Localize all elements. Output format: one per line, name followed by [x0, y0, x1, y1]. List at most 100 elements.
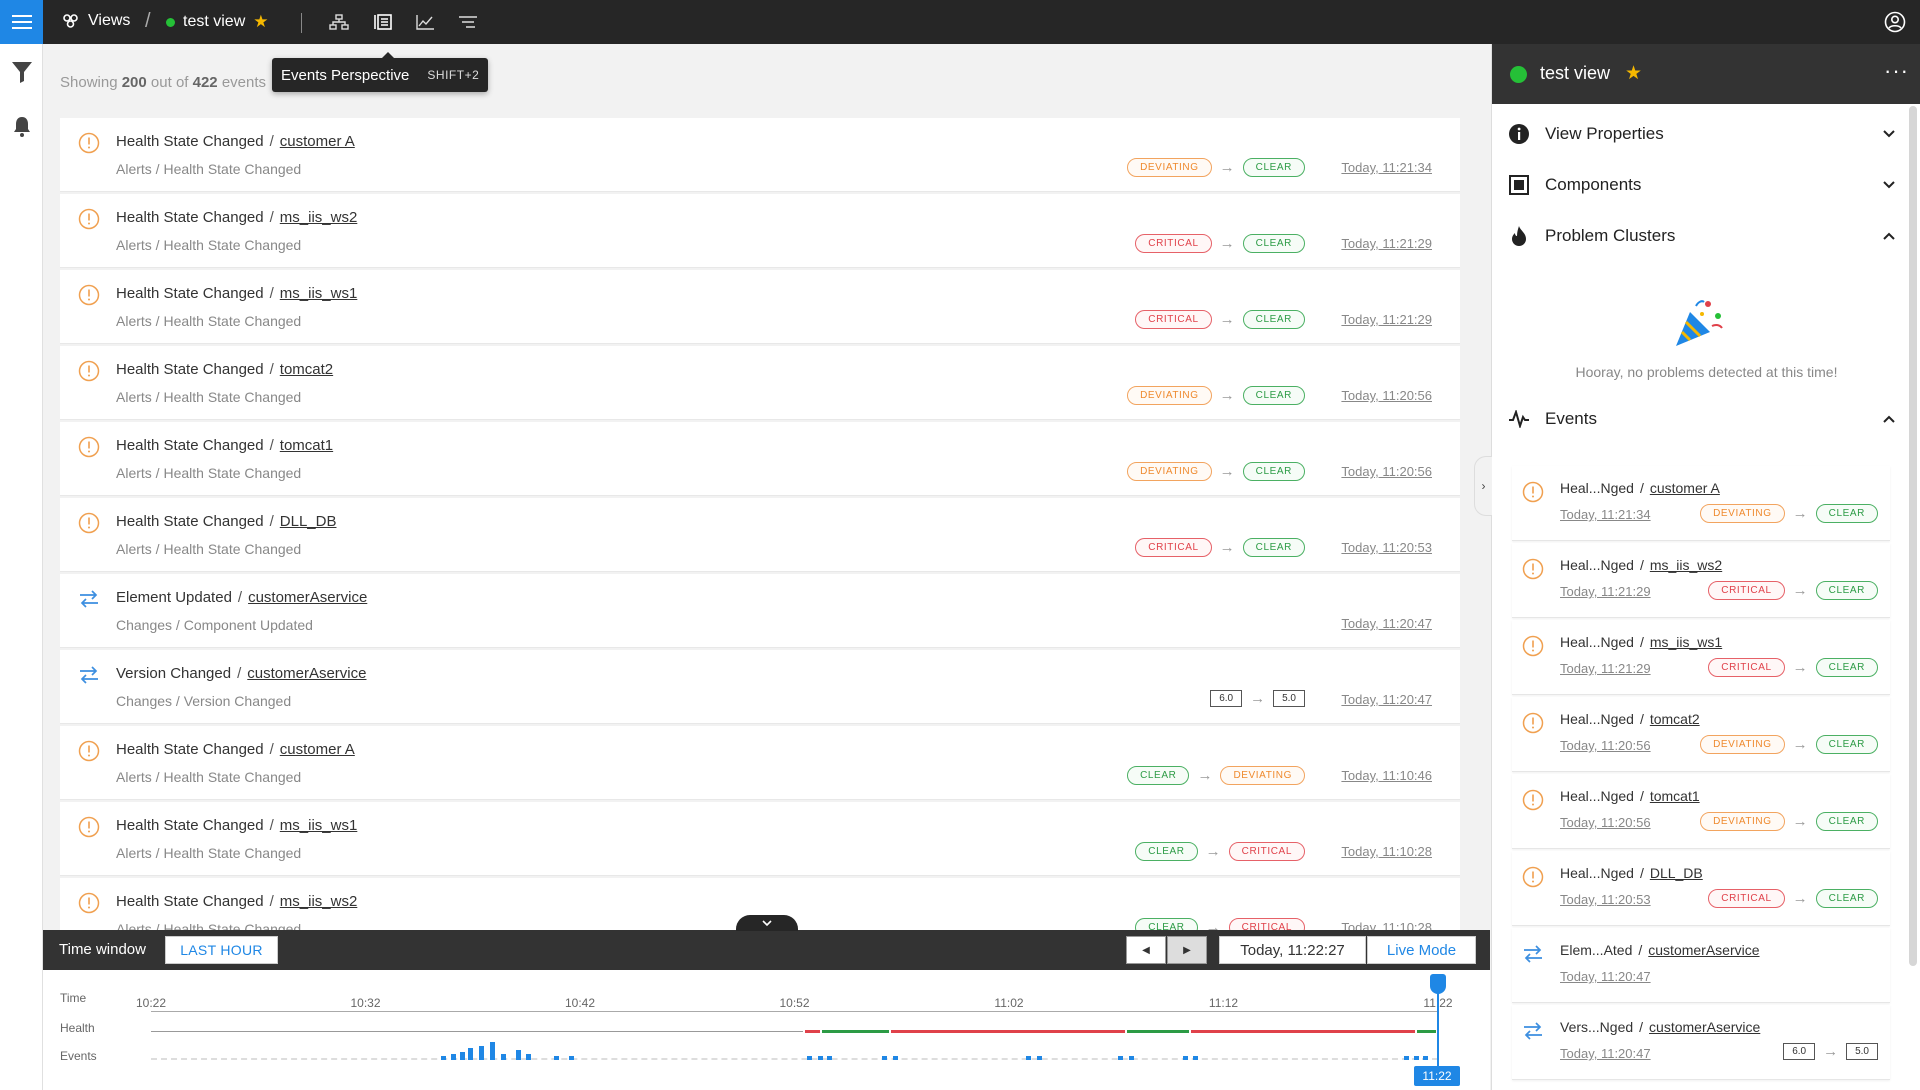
- event-row[interactable]: Element Updated / customerAservice Changes …: [60, 574, 1460, 648]
- traces-perspective-icon[interactable]: [456, 11, 480, 33]
- panel-event-time-link[interactable]: Today, 11:21:29: [1560, 661, 1651, 676]
- event-target-link[interactable]: customer A: [280, 741, 355, 758]
- from-state-badge: DEVIATING: [1700, 735, 1785, 754]
- panel-event-time-link[interactable]: Today, 11:21:29: [1560, 584, 1651, 599]
- panel-event-target-link[interactable]: ms_iis_ws1: [1650, 634, 1722, 650]
- event-target-link[interactable]: tomcat1: [280, 437, 333, 454]
- event-time-link[interactable]: Today, 11:20:53: [1341, 540, 1432, 555]
- event-row[interactable]: Health State Changed / tomcat1 Alerts / Hea…: [60, 422, 1460, 496]
- panel-event-item[interactable]: Heal...Nged / tomcat2 Today, 11:20:56 DEVIAT…: [1512, 697, 1890, 772]
- event-target-link[interactable]: DLL_DB: [280, 513, 337, 530]
- event-row[interactable]: Health State Changed / DLL_DB Alerts / Heal…: [60, 498, 1460, 572]
- event-time-link[interactable]: Today, 11:10:28: [1341, 844, 1432, 859]
- event-row[interactable]: Version Changed / customerAservice Changes …: [60, 650, 1460, 724]
- panel-event-target-link[interactable]: ms_iis_ws2: [1650, 557, 1722, 573]
- event-time-link[interactable]: Today, 11:20:47: [1341, 616, 1432, 631]
- star-icon[interactable]: ★: [253, 12, 268, 32]
- event-time-link[interactable]: Today, 11:21:34: [1341, 160, 1432, 175]
- event-time-link[interactable]: Today, 11:10:28: [1341, 920, 1432, 930]
- event-target-link[interactable]: ms_iis_ws2: [280, 209, 358, 226]
- section-components[interactable]: Components: [1507, 165, 1897, 205]
- alert-icon: [78, 816, 100, 838]
- from-state-badge: DEVIATING: [1127, 158, 1212, 177]
- live-mode-button[interactable]: Live Mode: [1367, 936, 1476, 964]
- event-target-link[interactable]: customer A: [280, 133, 355, 150]
- event-list: Health State Changed / customer A Alerts / …: [60, 118, 1460, 930]
- collapse-timeline-button[interactable]: [736, 915, 798, 931]
- panel-event-item[interactable]: Heal...Nged / tomcat1 Today, 11:20:56 DEVIAT…: [1512, 774, 1890, 849]
- panel-event-item[interactable]: Heal...Nged / ms_iis_ws1 Today, 11:21:29 CRI…: [1512, 620, 1890, 695]
- time-range-button[interactable]: LAST HOUR: [165, 936, 278, 964]
- panel-event-target-link[interactable]: DLL_DB: [1650, 865, 1703, 881]
- event-target-link[interactable]: ms_iis_ws1: [280, 817, 358, 834]
- arrow-right-icon: →: [1792, 505, 1808, 522]
- panel-event-time-link[interactable]: Today, 11:20:53: [1560, 892, 1651, 907]
- alert-icon: [1522, 635, 1544, 657]
- event-row[interactable]: Health State Changed / customer A Alerts / …: [60, 726, 1460, 800]
- panel-event-target-link[interactable]: customerAservice: [1648, 942, 1759, 958]
- panel-event-time-link[interactable]: Today, 11:20:56: [1560, 815, 1651, 830]
- event-target-link[interactable]: customerAservice: [247, 665, 366, 682]
- event-transition: CLEAR → DEVIATING: [1127, 766, 1305, 785]
- panel-event-target-link[interactable]: tomcat2: [1650, 711, 1700, 727]
- from-state-badge: CRITICAL: [1135, 234, 1212, 253]
- time-prev-button[interactable]: ◀: [1126, 936, 1166, 964]
- bell-icon[interactable]: [10, 114, 34, 142]
- panel-event-item[interactable]: Heal...Nged / DLL_DB Today, 11:20:53 CRITICA…: [1512, 851, 1890, 926]
- more-options-icon[interactable]: ···: [1884, 58, 1909, 84]
- event-row[interactable]: Health State Changed / ms_iis_ws1 Alerts / …: [60, 270, 1460, 344]
- event-time-link[interactable]: Today, 11:20:47: [1341, 692, 1432, 707]
- from-state-badge: CLEAR: [1135, 918, 1198, 930]
- event-target-link[interactable]: customerAservice: [248, 589, 367, 606]
- filter-icon[interactable]: [10, 60, 34, 88]
- panel-event-item[interactable]: Vers...Nged / customerAservice Today, 11:20…: [1512, 1005, 1890, 1080]
- section-events[interactable]: Events: [1507, 399, 1897, 439]
- account-icon[interactable]: [1884, 11, 1906, 33]
- event-category: Alerts / Health State Changed: [116, 389, 302, 405]
- panel-event-target-link[interactable]: tomcat1: [1650, 788, 1700, 804]
- event-target-link[interactable]: tomcat2: [280, 361, 333, 378]
- event-title: Health State Changed / ms_iis_ws1: [116, 285, 358, 302]
- to-state-badge: DEVIATING: [1220, 766, 1305, 785]
- star-icon[interactable]: ★: [1625, 62, 1642, 85]
- time-next-button[interactable]: ▶: [1167, 936, 1207, 964]
- event-count-bar: [893, 1056, 899, 1060]
- panel-event-target-link[interactable]: customerAservice: [1649, 1019, 1760, 1035]
- timeline-now-handle[interactable]: [1430, 974, 1446, 994]
- event-row[interactable]: Health State Changed / customer A Alerts / …: [60, 118, 1460, 192]
- panel-event-item[interactable]: Heal...Nged / ms_iis_ws2 Today, 11:21:29 CRI…: [1512, 543, 1890, 618]
- event-target-link[interactable]: ms_iis_ws1: [280, 285, 358, 302]
- event-time-link[interactable]: Today, 11:10:46: [1341, 768, 1432, 783]
- event-row[interactable]: Health State Changed / ms_iis_ws1 Alerts / …: [60, 802, 1460, 876]
- event-time-link[interactable]: Today, 11:20:56: [1341, 464, 1432, 479]
- panel-event-item[interactable]: Elem...Ated / customerAservice Today, 11:20…: [1512, 928, 1890, 1003]
- event-time-link[interactable]: Today, 11:21:29: [1341, 236, 1432, 251]
- panel-event-time-link[interactable]: Today, 11:20:47: [1560, 969, 1651, 984]
- arrow-right-icon: →: [1219, 463, 1235, 480]
- health-segment-critical: [805, 1030, 821, 1033]
- event-row[interactable]: Health State Changed / tomcat2 Alerts / Hea…: [60, 346, 1460, 420]
- event-row[interactable]: Health State Changed / ms_iis_ws2 Alerts / …: [60, 194, 1460, 268]
- section-view-properties[interactable]: View Properties: [1507, 114, 1897, 154]
- event-time-link[interactable]: Today, 11:20:56: [1341, 388, 1432, 403]
- breadcrumb-views[interactable]: Views: [62, 12, 130, 30]
- event-target-link[interactable]: ms_iis_ws2: [280, 893, 358, 910]
- panel-event-item[interactable]: Heal...Nged / customer A Today, 11:21:34 DEV…: [1512, 466, 1890, 541]
- metrics-perspective-icon[interactable]: [413, 11, 437, 33]
- topology-perspective-icon[interactable]: [327, 11, 351, 33]
- panel-toggle-button[interactable]: ›: [1474, 456, 1492, 516]
- panel-event-time-link[interactable]: Today, 11:20:47: [1560, 1046, 1651, 1061]
- panel-event-time-link[interactable]: Today, 11:21:34: [1560, 507, 1651, 522]
- menu-button[interactable]: [0, 0, 43, 44]
- panel-event-time-link[interactable]: Today, 11:20:56: [1560, 738, 1651, 753]
- event-time-link[interactable]: Today, 11:21:29: [1341, 312, 1432, 327]
- panel-event-type: Heal...Nged: [1560, 788, 1634, 804]
- breadcrumb-view[interactable]: test view ★: [166, 12, 269, 32]
- event-type: Health State Changed: [116, 437, 264, 454]
- panel-event-target-link[interactable]: customer A: [1650, 480, 1720, 496]
- events-perspective-icon[interactable]: [371, 11, 395, 33]
- section-problem-clusters[interactable]: Problem Clusters: [1507, 216, 1897, 256]
- alert-icon: [78, 284, 100, 306]
- timeline[interactable]: Time Health Events 10:22 10:32 10:42 10:52 1…: [43, 970, 1490, 1090]
- panel-scrollbar[interactable]: [1909, 106, 1917, 966]
